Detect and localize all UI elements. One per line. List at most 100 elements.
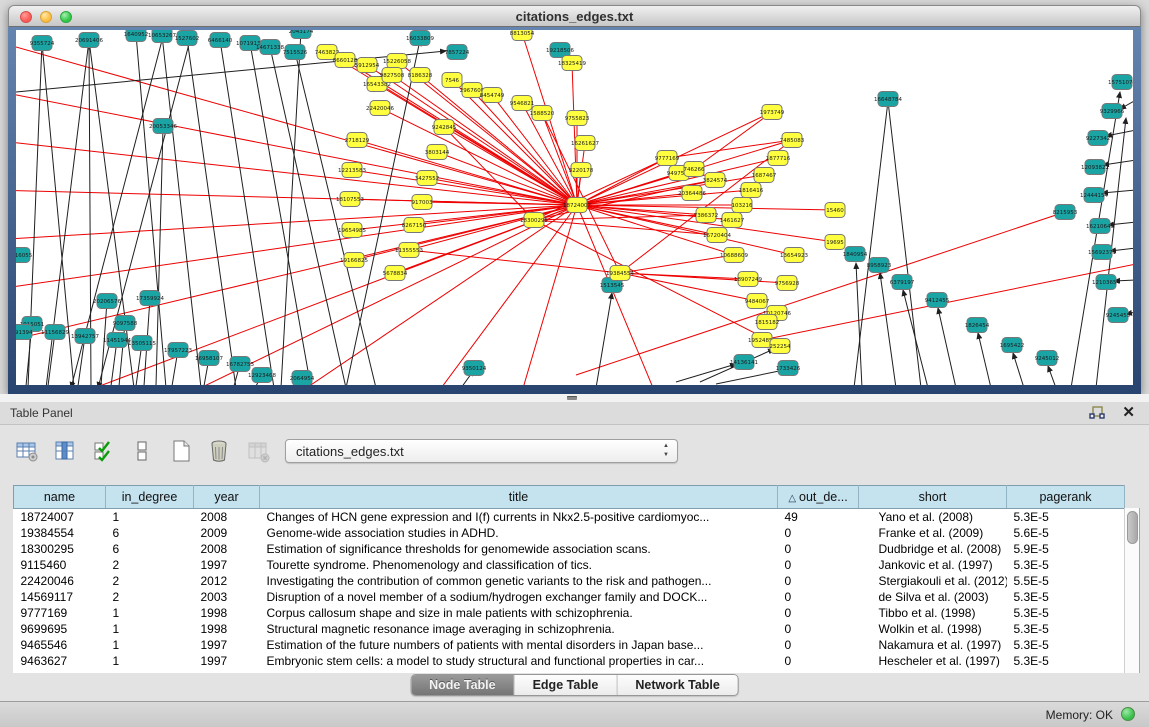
table-cell[interactable]: Jankovic et al. (1997) bbox=[859, 557, 1007, 573]
network-node[interactable]: 5912954 bbox=[355, 58, 380, 73]
table-cell[interactable]: 5.3E-5 bbox=[1007, 509, 1125, 525]
network-node[interactable]: 9827508 bbox=[380, 68, 405, 83]
tab-edge-table[interactable]: Edge Table bbox=[515, 675, 618, 695]
table-cell[interactable]: 0 bbox=[778, 653, 859, 669]
table-cell[interactable]: 14569117 bbox=[14, 589, 106, 605]
network-node[interactable]: 7515526 bbox=[283, 45, 308, 60]
network-edge[interactable] bbox=[903, 290, 928, 385]
network-node[interactable]: 7386372 bbox=[694, 208, 719, 223]
column-header-name[interactable]: name bbox=[14, 486, 106, 509]
table-cell[interactable]: 9699695 bbox=[14, 621, 106, 637]
network-node[interactable]: 1877716 bbox=[766, 151, 791, 166]
table-scrollbar-thumb[interactable] bbox=[1127, 511, 1138, 544]
table-cell[interactable]: 0 bbox=[778, 589, 859, 605]
table-row[interactable]: 1938455462009Genome-wide association stu… bbox=[14, 525, 1125, 541]
table-cell[interactable]: 2 bbox=[106, 573, 194, 589]
network-edge[interactable] bbox=[281, 31, 301, 385]
network-node[interactable]: 3427552 bbox=[415, 171, 440, 186]
table-cell[interactable]: Stergiakouli et al. (2012) bbox=[859, 573, 1007, 589]
network-node[interactable]: 19654985 bbox=[338, 223, 366, 238]
network-edge[interactable] bbox=[694, 112, 772, 169]
table-selector-dropdown[interactable]: citations_edges.txt ▲▼ bbox=[285, 439, 678, 463]
network-node[interactable]: 8267150 bbox=[402, 218, 427, 233]
tab-node-table[interactable]: Node Table bbox=[411, 675, 514, 695]
network-node[interactable]: 746266 bbox=[684, 162, 705, 177]
network-node[interactable]: 2043174 bbox=[289, 30, 314, 39]
create-new-table-icon[interactable] bbox=[168, 439, 194, 465]
table-cell[interactable]: Disruption of a novel member of a sodium… bbox=[260, 589, 778, 605]
network-node[interactable]: 14671338 bbox=[256, 40, 284, 55]
delete-table-icon[interactable] bbox=[206, 439, 232, 465]
network-node[interactable]: 15692371 bbox=[1088, 245, 1116, 260]
table-cell[interactable]: 5.3E-5 bbox=[1007, 557, 1125, 573]
table-row[interactable]: 1872400712008Changes of HCN gene express… bbox=[14, 509, 1125, 525]
network-node[interactable]: 9097588 bbox=[113, 316, 138, 331]
network-node[interactable]: 1695422 bbox=[1000, 338, 1025, 353]
table-cell[interactable]: Embryonic stem cells: a model to study s… bbox=[260, 653, 778, 669]
network-node[interactable]: 7485083 bbox=[780, 133, 805, 148]
network-edge[interactable] bbox=[596, 293, 612, 385]
network-edge[interactable] bbox=[295, 52, 376, 385]
network-edge[interactable] bbox=[1048, 366, 1056, 385]
table-scrollbar[interactable] bbox=[1124, 508, 1140, 673]
network-node[interactable]: 9242845 bbox=[432, 120, 457, 135]
network-edge[interactable] bbox=[136, 34, 166, 385]
table-cell[interactable]: 2 bbox=[106, 557, 194, 573]
table-cell[interactable]: 2008 bbox=[194, 509, 260, 525]
network-edge[interactable] bbox=[444, 127, 534, 220]
network-node[interactable]: 1815182 bbox=[755, 315, 780, 330]
table-cell[interactable]: 2 bbox=[106, 589, 194, 605]
close-panel-icon[interactable]: ✕ bbox=[1122, 403, 1135, 421]
network-edge[interactable] bbox=[521, 205, 577, 385]
network-node[interactable]: 18907249 bbox=[734, 272, 762, 287]
table-cell[interactable]: Estimation of significance thresholds fo… bbox=[260, 541, 778, 557]
network-node[interactable]: 19695 bbox=[825, 235, 845, 250]
memory-ok-indicator[interactable] bbox=[1121, 707, 1135, 721]
table-cell[interactable]: 5.3E-5 bbox=[1007, 653, 1125, 669]
network-node[interactable]: 2064954 bbox=[290, 371, 315, 386]
network-node[interactable]: 8958923 bbox=[867, 258, 892, 273]
network-edge[interactable] bbox=[187, 38, 236, 385]
network-node[interactable]: 20691406 bbox=[75, 33, 103, 48]
table-cell[interactable]: 0 bbox=[778, 557, 859, 573]
network-node[interactable]: 1826454 bbox=[965, 318, 990, 333]
network-node[interactable]: 1640952 bbox=[124, 30, 149, 42]
table-cell[interactable]: Tibbo et al. (1998) bbox=[859, 605, 1007, 621]
table-cell[interactable]: de Silva et al. (2003) bbox=[859, 589, 1007, 605]
network-node[interactable]: 9245012 bbox=[1035, 351, 1060, 366]
network-node[interactable]: 2516055 bbox=[16, 248, 33, 263]
network-node[interactable]: 9350124 bbox=[462, 361, 487, 376]
table-cell[interactable]: 6 bbox=[106, 525, 194, 541]
network-node[interactable]: 2718129 bbox=[345, 133, 370, 148]
table-cell[interactable]: 6 bbox=[106, 541, 194, 557]
table-cell[interactable]: Investigating the contribution of common… bbox=[260, 573, 778, 589]
table-cell[interactable]: Estimation of the future numbers of pati… bbox=[260, 637, 778, 653]
panel-splitter[interactable] bbox=[0, 394, 1149, 402]
network-node[interactable]: 3220178 bbox=[569, 163, 594, 178]
network-edge[interactable] bbox=[534, 215, 706, 220]
table-cell[interactable]: 1 bbox=[106, 621, 194, 637]
network-node[interactable]: 17359924 bbox=[136, 291, 164, 306]
network-node[interactable]: 1527602 bbox=[175, 31, 200, 46]
show-columns-icon[interactable] bbox=[52, 439, 78, 465]
network-node[interactable]: 8813054 bbox=[510, 30, 535, 41]
network-node[interactable]: 16261627 bbox=[571, 136, 599, 151]
network-node[interactable]: 5678834 bbox=[383, 266, 408, 281]
table-cell[interactable]: 22420046 bbox=[14, 573, 106, 589]
table-cell[interactable]: Tourette syndrome. Phenomenology and cla… bbox=[260, 557, 778, 573]
table-cell[interactable]: Structural magnetic resonance image aver… bbox=[260, 621, 778, 637]
network-node[interactable]: 19384554 bbox=[606, 266, 634, 281]
table-cell[interactable]: 1997 bbox=[194, 557, 260, 573]
network-node[interactable]: 13654923 bbox=[780, 248, 808, 263]
table-cell[interactable]: Dudbridge et al. (2008) bbox=[859, 541, 1007, 557]
select-rows-icon[interactable] bbox=[91, 439, 117, 465]
network-node[interactable]: 8454749 bbox=[480, 88, 505, 103]
table-settings-icon[interactable] bbox=[14, 439, 40, 465]
table-cell[interactable]: 1 bbox=[106, 509, 194, 525]
network-edge[interactable] bbox=[716, 370, 784, 384]
table-cell[interactable]: 1 bbox=[106, 605, 194, 621]
network-edge[interactable] bbox=[16, 205, 577, 240]
table-cell[interactable]: Corpus callosum shape and size in male p… bbox=[260, 605, 778, 621]
column-header-pagerank[interactable]: pagerank bbox=[1007, 486, 1125, 509]
network-node[interactable]: 11156829 bbox=[41, 325, 69, 340]
